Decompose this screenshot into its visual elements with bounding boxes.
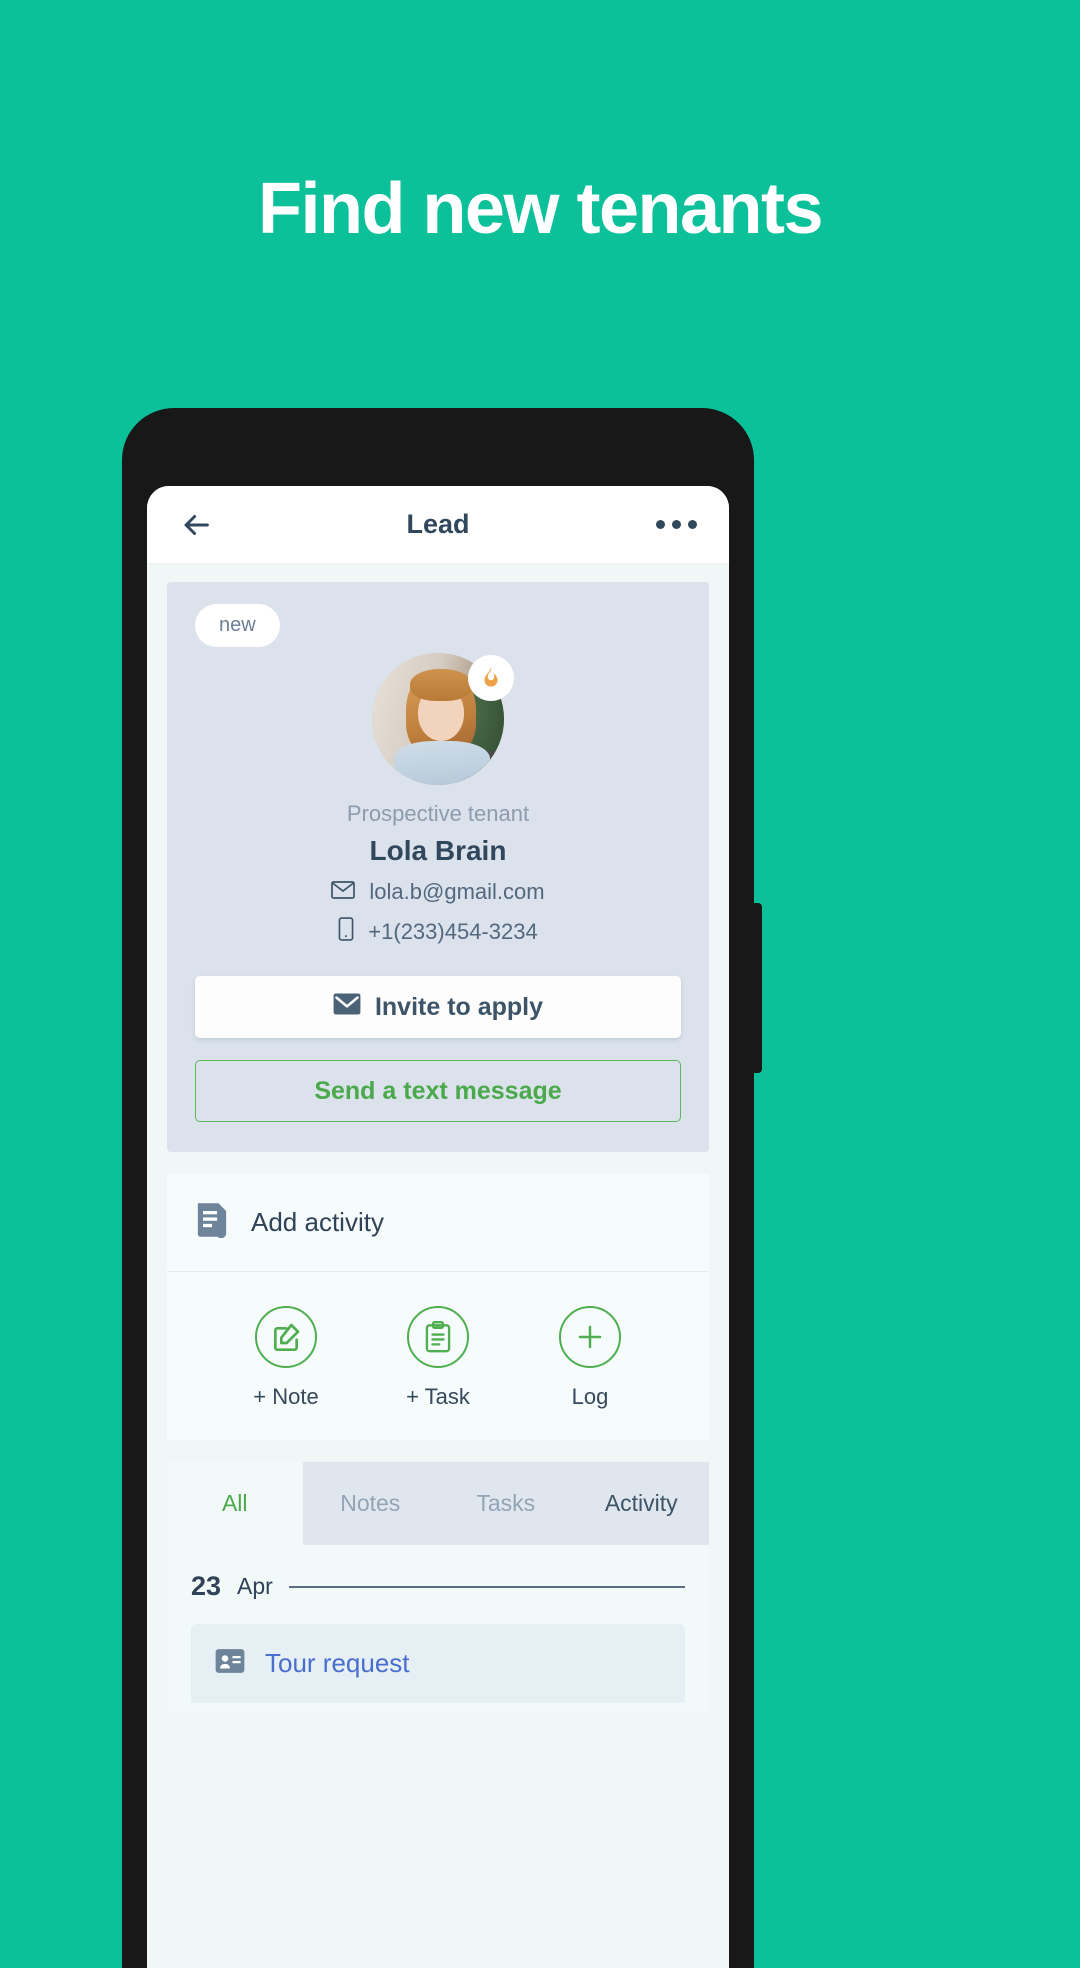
page-title: Lead (406, 509, 470, 539)
add-activity-row[interactable]: Add activity (167, 1174, 709, 1272)
send-text-message-label: Send a text message (314, 1076, 562, 1105)
phone-row[interactable]: +1(233)454-3234 (195, 917, 681, 946)
envelope-icon (331, 880, 356, 905)
tab-all[interactable]: All (167, 1462, 303, 1545)
phone-mockup: Lead new Prospective tenant Lola Brain l… (122, 408, 762, 1968)
activity-actions: + Note + Task Log (167, 1272, 709, 1440)
timeline-item[interactable]: Tour request (191, 1624, 685, 1703)
email-value: lola.b@gmail.com (369, 879, 545, 904)
mobile-icon (338, 917, 354, 946)
phone-value: +1(233)454-3234 (368, 918, 538, 944)
add-task-label: + Task (406, 1384, 470, 1409)
timeline-date-row: 23 Apr (191, 1571, 685, 1602)
email-row[interactable]: lola.b@gmail.com (195, 879, 681, 905)
add-note-label: + Note (253, 1384, 319, 1409)
timeline-date-day: 23 (191, 1571, 222, 1601)
tab-notes[interactable]: Notes (303, 1462, 439, 1545)
add-note-action[interactable]: + Note (211, 1306, 361, 1410)
timeline: 23 Apr Tour request (167, 1545, 709, 1713)
timeline-tabs: All Notes Tasks Activity (167, 1462, 709, 1545)
plus-circle-icon (559, 1306, 621, 1368)
log-label: Log (571, 1384, 609, 1409)
note-edit-icon (255, 1306, 317, 1368)
phone-side-button (752, 903, 762, 1073)
envelope-filled-icon (333, 992, 361, 1023)
avatar-wrapper (372, 653, 514, 785)
marketing-headline: Find new tenants (257, 169, 824, 249)
profile-card-wrapper: new Prospective tenant Lola Brain lola.b… (147, 564, 729, 1152)
document-lines-icon (195, 1202, 229, 1243)
status-badge: new (195, 604, 280, 647)
add-activity-label: Add activity (251, 1207, 384, 1237)
log-action[interactable]: Log (515, 1306, 665, 1410)
app-header: Lead (147, 486, 729, 564)
card-id-icon (215, 1648, 245, 1679)
profile-card: new Prospective tenant Lola Brain lola.b… (167, 582, 709, 1152)
more-horizontal-icon[interactable] (656, 520, 697, 529)
add-activity-block: Add activity + Note + Task Log (167, 1174, 709, 1440)
tab-activity[interactable]: Activity (574, 1462, 710, 1545)
invite-to-apply-label: Invite to apply (374, 992, 544, 1021)
tab-tasks[interactable]: Tasks (438, 1462, 574, 1545)
profile-name: Lola Brain (369, 835, 507, 866)
timeline-date-month: Apr (237, 1573, 273, 1599)
timeline-divider (288, 1585, 685, 1588)
add-task-action[interactable]: + Task (363, 1306, 513, 1410)
app-screen: Lead new Prospective tenant Lola Brain l… (147, 486, 729, 1968)
timeline-item-title: Tour request (265, 1648, 410, 1678)
send-text-message-button[interactable]: Send a text message (195, 1060, 681, 1122)
flame-icon (468, 655, 514, 701)
profile-role: Prospective tenant (346, 801, 530, 826)
invite-to-apply-button[interactable]: Invite to apply (195, 976, 681, 1038)
arrow-left-icon[interactable] (179, 508, 213, 542)
clipboard-icon (407, 1306, 469, 1368)
